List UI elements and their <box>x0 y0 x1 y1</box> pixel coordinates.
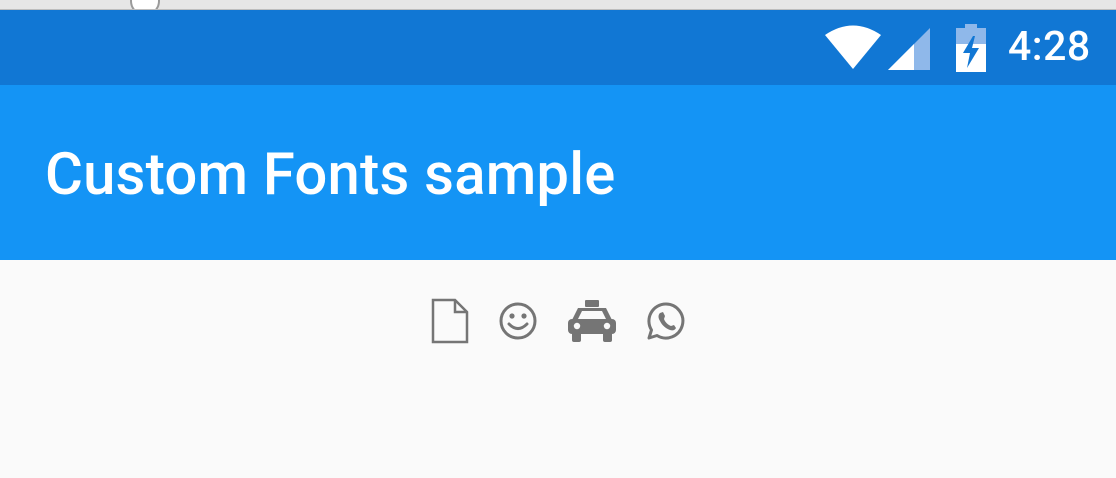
smile-icon <box>498 296 538 346</box>
page-title: Custom Fonts sample <box>45 141 616 209</box>
battery-charging-icon <box>954 10 988 85</box>
wifi-icon <box>824 10 882 85</box>
app-bar: Custom Fonts sample <box>0 85 1116 260</box>
status-clock: 4:28 <box>1008 23 1091 71</box>
taxi-icon <box>566 296 618 346</box>
window-frame-top <box>0 0 1116 10</box>
status-bar: 4:28 <box>0 10 1116 85</box>
cellular-signal-icon <box>886 10 930 85</box>
whatsapp-icon <box>646 296 686 346</box>
content-area <box>0 260 1116 478</box>
file-icon <box>430 296 470 346</box>
frame-indicator <box>130 0 160 9</box>
icon-row <box>0 296 1116 346</box>
